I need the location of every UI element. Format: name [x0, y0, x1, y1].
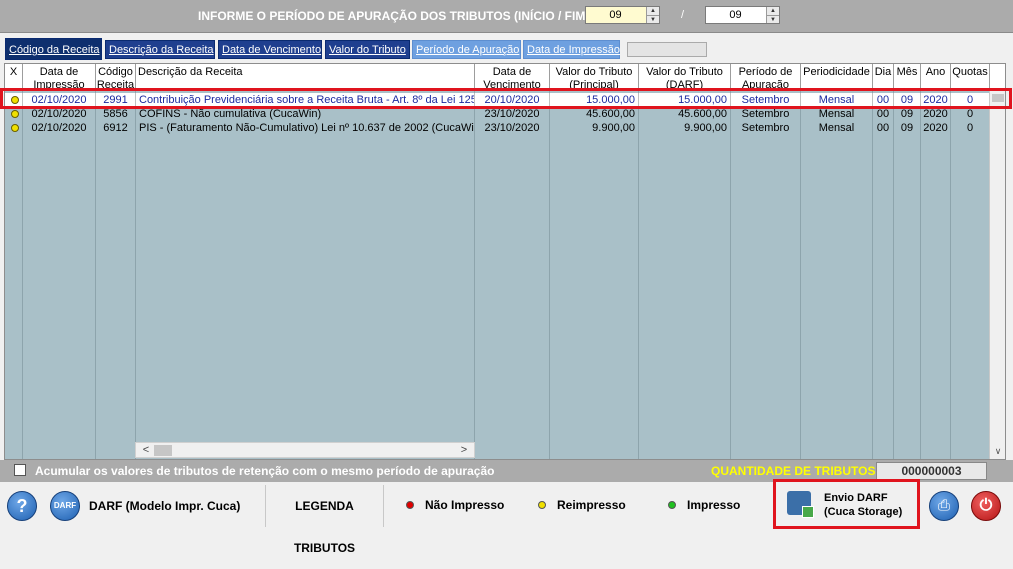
table-row[interactable]: 02/10/2020 6912 PIS - (Faturamento Não-C…	[5, 121, 990, 135]
legend-title: LEGENDA TRIBUTOS	[265, 485, 384, 555]
horizontal-scroll-thumb[interactable]	[154, 445, 172, 456]
cell-quotas: 0	[951, 121, 990, 135]
yellow-dot-icon	[538, 501, 546, 509]
cell-vencimento: 23/10/2020	[475, 121, 550, 135]
cell-descricao: PIS - (Faturamento Não-Cumulativo) Lei n…	[136, 121, 475, 135]
col-data-vencimento[interactable]: Data de Vencimento	[475, 64, 550, 90]
spin-down-icon[interactable]: ▼	[647, 15, 659, 23]
scroll-right-icon[interactable]: >	[456, 443, 472, 457]
envio-line1: Envio DARF	[824, 492, 888, 504]
col-codigo-receita[interactable]: Código Receita	[96, 64, 136, 90]
period-end-spinner[interactable]: 09 ▲ ▼	[705, 6, 780, 24]
vertical-scrollbar[interactable]: ∨	[989, 90, 1005, 459]
status-dot-icon	[11, 124, 19, 132]
cell-data-impressao: 02/10/2020	[23, 121, 96, 135]
legend-impresso: Impresso	[668, 498, 740, 512]
period-end-value[interactable]: 09	[706, 9, 765, 21]
darf-button[interactable]: DARF	[50, 491, 80, 521]
tab-blank	[627, 42, 707, 57]
cell-dia: 00	[873, 121, 894, 135]
tributos-grid: X Data de Impressão Código Receita Descr…	[4, 63, 1006, 460]
darf-label: DARF (Modelo Impr. Cuca)	[89, 499, 241, 513]
selection-highlight	[0, 88, 1012, 109]
spin-up-icon[interactable]: ▲	[767, 7, 779, 15]
cloud-upload-icon	[787, 491, 814, 518]
cell-ano: 2020	[921, 107, 951, 121]
cell-codigo: 5856	[96, 107, 136, 121]
status-dot-icon	[11, 110, 19, 118]
cell-principal: 9.900,00	[550, 121, 639, 135]
horizontal-scrollbar[interactable]: < >	[135, 442, 475, 458]
col-valor-principal[interactable]: Valor do Tributo (Principal)	[550, 64, 639, 90]
cell-periodo: Setembro	[731, 107, 801, 121]
envio-line2: (Cuca Storage)	[824, 506, 903, 518]
tab-data-impressao[interactable]: Data de Impressão	[523, 40, 620, 59]
printer-icon: ⎙	[937, 497, 950, 514]
period-start-arrows[interactable]: ▲ ▼	[646, 7, 659, 23]
scroll-left-icon[interactable]: <	[138, 443, 154, 457]
period-title: INFORME O PERÍODO DE APURAÇÃO DOS TRIBUT…	[198, 9, 594, 23]
col-periodicidade[interactable]: Periodicidade	[801, 64, 873, 90]
cell-codigo: 6912	[96, 121, 136, 135]
col-periodo[interactable]: Período de Apuração	[731, 64, 801, 90]
period-start-value[interactable]: 09	[586, 9, 645, 21]
cell-mes: 09	[894, 121, 921, 135]
tab-codigo-receita[interactable]: Código da Receita	[5, 38, 102, 60]
col-ano[interactable]: Ano	[921, 64, 951, 90]
scroll-down-icon[interactable]: ∨	[990, 446, 1005, 457]
legend-reimpresso: Reimpresso	[538, 498, 626, 512]
table-row[interactable]: 02/10/2020 5856 COFINS - Não cumulativa …	[5, 107, 990, 121]
red-dot-icon	[406, 501, 414, 509]
tab-data-vencimento[interactable]: Data de Vencimento	[218, 40, 322, 59]
spin-up-icon[interactable]: ▲	[647, 7, 659, 15]
cell-ano: 2020	[921, 121, 951, 135]
tab-periodo-apuracao[interactable]: Período de Apuração	[412, 40, 521, 59]
cell-descricao: COFINS - Não cumulativa (CucaWin)	[136, 107, 475, 121]
cell-data-impressao: 02/10/2020	[23, 107, 96, 121]
status-cell[interactable]	[5, 107, 23, 121]
cell-mes: 09	[894, 107, 921, 121]
cell-darf: 9.900,00	[639, 121, 731, 135]
col-valor-darf[interactable]: Valor do Tributo (DARF)	[639, 64, 731, 90]
spin-down-icon[interactable]: ▼	[767, 15, 779, 23]
grid-header: X Data de Impressão Código Receita Descr…	[5, 64, 1005, 90]
accumulate-checkbox[interactable]	[14, 464, 26, 476]
accumulate-label: Acumular os valores de tributos de reten…	[35, 464, 495, 478]
period-start-spinner[interactable]: 09 ▲ ▼	[585, 6, 660, 24]
cell-dia: 00	[873, 107, 894, 121]
period-end-arrows[interactable]: ▲ ▼	[766, 7, 779, 23]
col-mes[interactable]: Mês	[894, 64, 921, 90]
legend-nao-impresso: Não Impresso	[406, 498, 504, 512]
col-data-impressao[interactable]: Data de Impressão	[23, 64, 96, 90]
print-button[interactable]: ⎙	[929, 491, 959, 521]
col-descricao[interactable]: Descrição da Receita	[136, 64, 475, 90]
cell-periodicidade: Mensal	[801, 121, 873, 135]
green-dot-icon	[668, 501, 676, 509]
quantity-value: 000000003	[876, 462, 987, 480]
col-x[interactable]: X	[5, 64, 23, 90]
period-bar: INFORME O PERÍODO DE APURAÇÃO DOS TRIBUT…	[0, 0, 1013, 33]
cell-vencimento: 23/10/2020	[475, 107, 550, 121]
tab-descricao-receita[interactable]: Descrição da Receita	[105, 40, 215, 59]
quantity-label: QUANTIDADE DE TRIBUTOS:	[711, 464, 880, 478]
cell-quotas: 0	[951, 107, 990, 121]
tab-valor-tributo[interactable]: Valor do Tributo	[325, 40, 410, 59]
period-separator: /	[681, 9, 685, 21]
cell-periodicidade: Mensal	[801, 107, 873, 121]
power-icon: ⏻	[979, 497, 993, 514]
envio-darf-button[interactable]: Envio DARF (Cuca Storage)	[773, 479, 920, 529]
exit-button[interactable]: ⏻	[971, 491, 1001, 521]
cell-darf: 45.600,00	[639, 107, 731, 121]
col-quotas[interactable]: Quotas	[951, 64, 990, 90]
status-cell[interactable]	[5, 121, 23, 135]
cell-principal: 45.600,00	[550, 107, 639, 121]
col-dia[interactable]: Dia	[873, 64, 894, 90]
help-button[interactable]: ?	[7, 491, 37, 521]
cell-periodo: Setembro	[731, 121, 801, 135]
